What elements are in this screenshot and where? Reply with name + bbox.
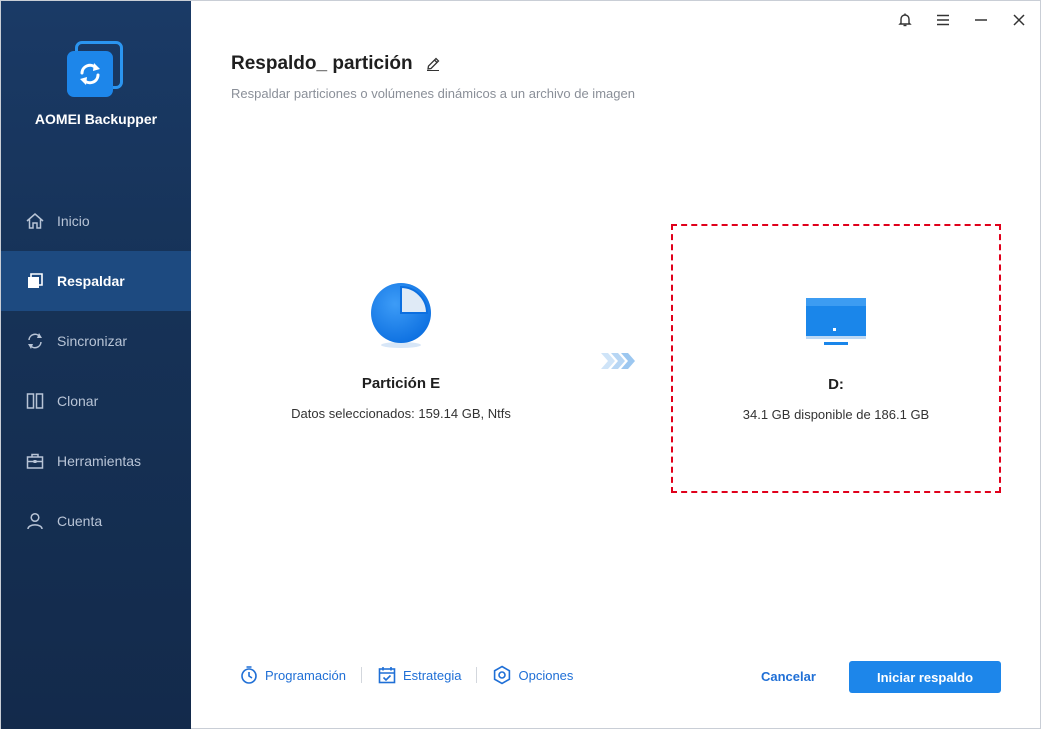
divider xyxy=(360,667,362,683)
sidebar-item-label: Clonar xyxy=(57,393,99,409)
brand-name: AOMEI Backupper xyxy=(34,111,158,127)
title-row: Respaldo_ partición xyxy=(231,53,441,75)
source-name: Partición E xyxy=(361,375,441,392)
cancel-button[interactable]: Cancelar xyxy=(761,669,816,684)
pencil-icon xyxy=(426,57,440,71)
schedule-button[interactable]: Programación xyxy=(239,665,346,685)
sidebar-nav: Inicio Respaldar Sincronizar Clonar Herr… xyxy=(1,191,191,551)
clone-icon xyxy=(25,391,45,411)
app-window: AOMEI Backupper Inicio Respaldar Sincron… xyxy=(0,0,1041,729)
hamburger-icon xyxy=(937,14,949,26)
partition-pie-icon xyxy=(371,283,431,348)
sidebar-item-inicio[interactable]: Inicio xyxy=(1,191,191,251)
bell-icon xyxy=(898,13,912,27)
close-icon xyxy=(1013,14,1025,26)
app-logo xyxy=(67,41,125,99)
sidebar-item-label: Cuenta xyxy=(57,513,103,529)
sidebar-item-label: Sincronizar xyxy=(57,333,128,349)
page-subtitle: Respaldar particiones o volúmenes dinámi… xyxy=(231,86,635,101)
sidebar-item-clonar[interactable]: Clonar xyxy=(1,371,191,431)
backup-icon xyxy=(25,271,45,291)
main-panel: Respaldo_ partición Respaldar particione… xyxy=(191,1,1041,729)
settings-icon xyxy=(494,665,511,685)
start-backup-button[interactable]: Iniciar respaldo xyxy=(849,661,1001,693)
source-partition-selector[interactable]: Partición E Datos seleccionados: 159.14 … xyxy=(261,281,541,421)
destination-detail: 34.1 GB disponible de 186.1 GB xyxy=(742,407,930,422)
calendar-check-icon xyxy=(378,667,396,684)
close-button[interactable] xyxy=(1008,9,1030,31)
sync-icon xyxy=(25,331,45,351)
monitor-icon xyxy=(806,298,866,345)
options-button[interactable]: Opciones xyxy=(492,665,573,685)
logo-sync-icon xyxy=(67,51,113,97)
user-icon xyxy=(25,511,45,531)
destination-content: D: 34.1 GB disponible de 186.1 GB xyxy=(673,296,999,422)
backup-options-bar: Programación Estrategia Opciones xyxy=(239,665,573,685)
sidebar-item-herramientas[interactable]: Herramientas xyxy=(1,431,191,491)
strategy-label: Estrategia xyxy=(402,667,462,683)
sidebar-item-label: Herramientas xyxy=(57,453,142,469)
direction-arrow-icon xyxy=(601,353,635,369)
sidebar-item-label: Inicio xyxy=(57,213,90,229)
sidebar-item-sincronizar[interactable]: Sincronizar xyxy=(1,311,191,371)
notification-button[interactable] xyxy=(894,9,916,31)
destination-selector[interactable]: D: 34.1 GB disponible de 186.1 GB xyxy=(671,224,1001,493)
sidebar-item-respaldar[interactable]: Respaldar xyxy=(1,251,191,311)
minimize-icon xyxy=(975,19,987,21)
destination-name: D: xyxy=(828,376,844,393)
window-controls xyxy=(894,9,1030,31)
timer-icon xyxy=(241,666,257,684)
page-title: Respaldo_ partición xyxy=(231,53,413,74)
sidebar: AOMEI Backupper Inicio Respaldar Sincron… xyxy=(1,1,191,729)
rename-task-button[interactable] xyxy=(425,56,441,72)
schedule-label: Programación xyxy=(265,667,346,683)
sidebar-item-label: Respaldar xyxy=(57,273,125,289)
source-detail: Datos seleccionados: 159.14 GB, Ntfs xyxy=(291,406,511,421)
divider xyxy=(476,667,478,683)
menu-button[interactable] xyxy=(932,9,954,31)
toolbox-icon xyxy=(25,451,45,471)
sidebar-item-cuenta[interactable]: Cuenta xyxy=(1,491,191,551)
minimize-button[interactable] xyxy=(970,9,992,31)
options-label: Opciones xyxy=(518,667,574,683)
home-icon xyxy=(25,211,45,231)
strategy-button[interactable]: Estrategia xyxy=(377,665,462,685)
